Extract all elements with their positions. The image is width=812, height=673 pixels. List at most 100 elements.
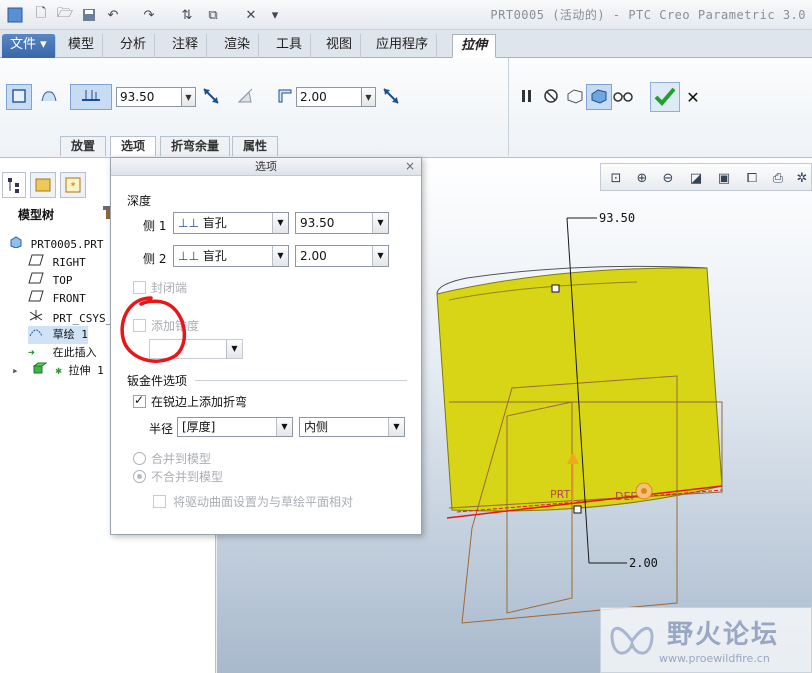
save-icon[interactable] bbox=[80, 6, 98, 24]
tab-tools[interactable]: 工具 bbox=[268, 34, 312, 58]
undo-icon[interactable]: ↶ bbox=[104, 6, 122, 24]
surface-icon bbox=[40, 88, 58, 107]
datum-plane-icon bbox=[28, 290, 46, 308]
customize-toolbar-icon[interactable]: ▾ bbox=[266, 6, 284, 24]
depth-type-button[interactable] bbox=[70, 84, 112, 110]
repaint-icon[interactable]: ◪ bbox=[685, 167, 707, 189]
chevron-down-icon: ▼ bbox=[276, 418, 292, 436]
merge-to-model-label: 合并到模型 bbox=[151, 452, 212, 466]
verify-preview-button[interactable] bbox=[586, 84, 612, 110]
remove-material-button[interactable] bbox=[232, 84, 258, 110]
app-logo-icon bbox=[6, 6, 24, 24]
subtab-options[interactable]: 选项 bbox=[110, 136, 157, 156]
radius-label: 半径 bbox=[149, 422, 174, 436]
side1-depth-input[interactable]: 93.50 ▼ bbox=[295, 212, 389, 234]
model-tree-label: 模型树 bbox=[18, 208, 55, 222]
radius-side-select[interactable]: 内侧 ▼ bbox=[299, 417, 405, 437]
pause-icon bbox=[520, 89, 534, 106]
tree-item[interactable]: PRT_CSYS_D bbox=[28, 308, 119, 326]
options-panel-close-icon[interactable]: × bbox=[405, 159, 415, 173]
close-window-icon[interactable]: ✕ bbox=[242, 6, 260, 24]
tree-item[interactable]: RIGHT bbox=[28, 254, 86, 272]
tree-item[interactable]: ▸ ✱ 拉伸 1（第 bbox=[12, 362, 126, 380]
regenerate-icon[interactable]: ⇅ bbox=[178, 6, 196, 24]
subtab-bend-allowance[interactable]: 折弯余量 bbox=[160, 136, 231, 156]
folder-browser-tab-icon[interactable] bbox=[30, 172, 56, 198]
thickness-input[interactable]: 2.00 bbox=[296, 87, 362, 107]
side1-label: 侧 1 bbox=[143, 219, 167, 233]
separate-preview-button[interactable] bbox=[562, 84, 588, 110]
view-manager-icon[interactable]: ⎙ bbox=[767, 167, 789, 189]
flip-direction-button[interactable] bbox=[198, 84, 224, 110]
display-style-icon[interactable]: ▣ bbox=[713, 167, 735, 189]
no-merge-radio[interactable] bbox=[133, 470, 146, 483]
side2-depth-input[interactable]: 2.00 ▼ bbox=[295, 245, 389, 267]
tab-render[interactable]: 渲染 bbox=[216, 34, 260, 58]
subtab-properties[interactable]: 属性 bbox=[232, 136, 279, 156]
flip-direction-handle-inner bbox=[641, 488, 647, 494]
solid-icon bbox=[11, 88, 27, 107]
no-merge-label: 不合并到模型 bbox=[151, 470, 224, 484]
tab-file[interactable]: 文件 ▾ bbox=[2, 34, 56, 58]
depth-input[interactable]: 93.50 bbox=[116, 87, 182, 107]
flip-thickness-button[interactable] bbox=[378, 84, 404, 110]
glasses-preview-button[interactable] bbox=[610, 84, 636, 110]
blind-depth-icon: ⊥⊥ bbox=[178, 216, 199, 230]
subtab-placement[interactable]: 放置 bbox=[60, 136, 107, 156]
pause-button[interactable] bbox=[514, 84, 540, 110]
side1-depth-type-select[interactable]: ⊥⊥ 盲孔 ▼ bbox=[173, 212, 289, 234]
zoom-in-icon[interactable]: ⊕ bbox=[631, 167, 653, 189]
refit-icon[interactable]: ⊡ bbox=[605, 167, 627, 189]
tree-item[interactable]: ➜ 在此插入 bbox=[28, 344, 97, 362]
sheetmetal-divider bbox=[195, 380, 407, 381]
tree-item[interactable]: FRONT bbox=[28, 290, 86, 308]
chevron-down-icon: ▼ bbox=[372, 213, 388, 233]
thickness-dropdown-arrow[interactable]: ▼ bbox=[362, 87, 376, 107]
insert-here-arrow-icon: ➜ bbox=[28, 346, 35, 359]
tree-item[interactable]: 草绘 1 bbox=[28, 326, 88, 344]
datum-display-icon[interactable]: ✲ bbox=[791, 167, 812, 189]
favorites-tab-icon[interactable]: * bbox=[60, 172, 86, 198]
tab-view[interactable]: 视图 bbox=[318, 34, 362, 58]
tree-item[interactable]: TOP bbox=[28, 272, 73, 290]
drive-surface-label: 将驱动曲面设置为与草绘平面相对 bbox=[173, 495, 354, 509]
solid-extrude-button[interactable] bbox=[6, 84, 32, 110]
radius-select[interactable]: [厚度] ▼ bbox=[177, 417, 293, 437]
tab-annotate[interactable]: 注释 bbox=[164, 34, 208, 58]
merge-to-model-radio[interactable] bbox=[133, 452, 146, 465]
ribbon-separator bbox=[508, 58, 509, 156]
view-toolbar: ⊡ ⊕ ⊖ ◪ ▣ ⧠ ⎙ ✲ bbox=[600, 163, 812, 191]
windows-icon[interactable]: ⧉ bbox=[204, 6, 222, 24]
tab-analysis[interactable]: 分析 bbox=[112, 34, 156, 58]
depth-dropdown-arrow[interactable]: ▼ bbox=[182, 87, 196, 107]
window-title: PRT0005 (活动的) - PTC Creo Parametric 3.0 bbox=[490, 8, 806, 22]
tab-extrude[interactable]: 拉伸 bbox=[452, 34, 497, 58]
new-file-icon[interactable]: 🗋 bbox=[32, 6, 50, 24]
tab-applications[interactable]: 应用程序 bbox=[368, 34, 438, 58]
tree-item[interactable]: PRT0005.PRT bbox=[10, 236, 103, 254]
redo-icon[interactable]: ↷ bbox=[140, 6, 158, 24]
coordinate-system-icon bbox=[28, 308, 46, 328]
confirm-button[interactable] bbox=[650, 82, 680, 112]
watermark-title: 野火论坛 bbox=[667, 620, 780, 650]
zoom-out-icon[interactable]: ⊖ bbox=[657, 167, 679, 189]
cancel-button[interactable]: ✕ bbox=[680, 84, 706, 110]
extrude-ribbon: 93.50 ▼ 2.00 ▼ ✕ 放置 选项 折弯余量 属性 bbox=[0, 58, 812, 158]
depth-heading: 深度 bbox=[127, 194, 152, 208]
surface-extrude-button[interactable] bbox=[36, 84, 62, 110]
shaded-preview-icon bbox=[590, 88, 608, 107]
cylinder-body bbox=[436, 267, 723, 512]
add-bends-checkbox[interactable]: ✓ bbox=[133, 393, 146, 408]
title-bar: 🗋 🗁 ↶ ↷ ⇅ ⧉ ✕ ▾ PRT0005 (活动的) - PTC Creo… bbox=[0, 0, 812, 30]
model-tree-tab-icon[interactable] bbox=[2, 172, 26, 198]
tab-model[interactable]: 模型 bbox=[60, 34, 104, 58]
thicken-button[interactable] bbox=[272, 84, 298, 110]
wireframe-preview-icon bbox=[566, 88, 584, 107]
side2-depth-type-select[interactable]: ⊥⊥ 盲孔 ▼ bbox=[173, 245, 289, 267]
open-file-icon[interactable]: 🗁 bbox=[56, 6, 74, 24]
no-preview-button[interactable] bbox=[538, 84, 564, 110]
saved-orientations-icon[interactable]: ⧠ bbox=[741, 167, 763, 189]
part-icon bbox=[10, 236, 24, 254]
drive-surface-checkbox[interactable] bbox=[153, 495, 166, 508]
add-bends-label: 在锐边上添加折弯 bbox=[151, 395, 248, 409]
